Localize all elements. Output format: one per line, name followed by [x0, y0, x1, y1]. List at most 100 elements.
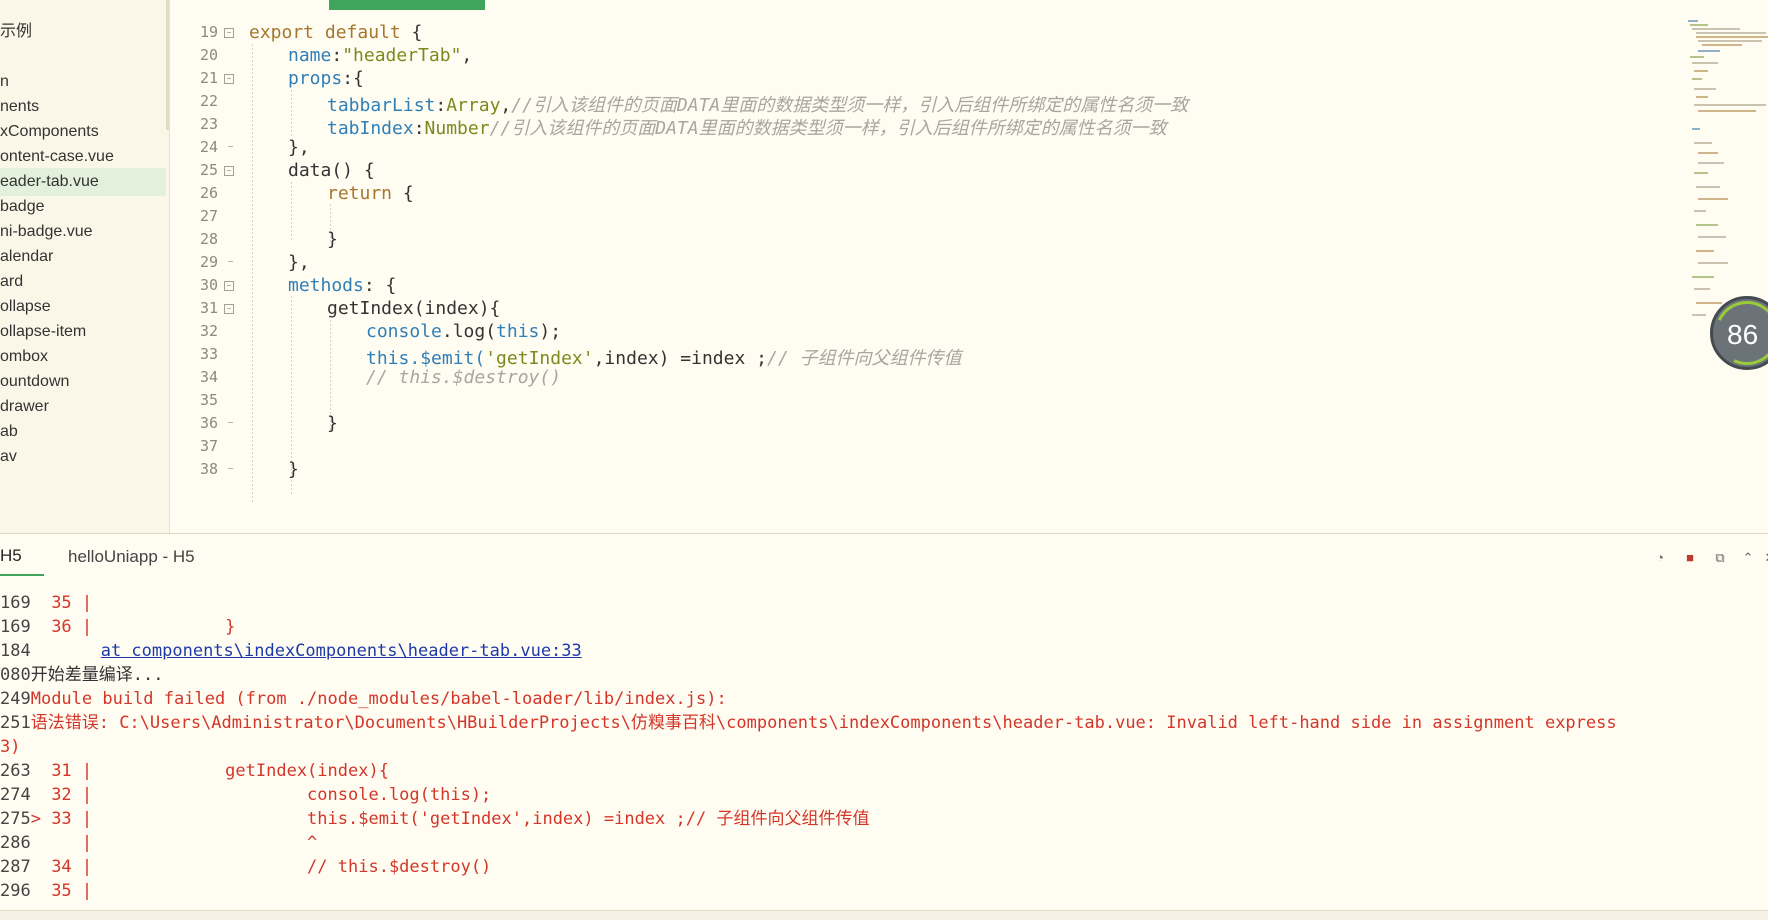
sidebar-item[interactable]: 示例	[0, 18, 166, 46]
console-line-number: 287	[0, 857, 31, 877]
console-tab-h5[interactable]: H5	[0, 546, 44, 576]
console-line-number: 275	[0, 809, 31, 829]
restart-icon[interactable]: ◔	[1652, 550, 1668, 566]
console-line-text: 35 |	[30, 881, 93, 901]
console-line-text: 语法错误: C:\Users\Administrator\Documents\H…	[30, 713, 1617, 733]
sidebar-item[interactable]: nents	[0, 93, 166, 121]
console-line: 286 | ^	[0, 832, 317, 854]
sidebar-item-label: ollapse-item	[0, 323, 87, 340]
sidebar-item-label: ni-badge.vue	[0, 223, 93, 240]
console-line-number: 251	[0, 713, 31, 733]
code-token: name	[288, 45, 332, 66]
sidebar-item-label: ountdown	[0, 373, 70, 390]
line-number: 32	[199, 322, 218, 340]
code-line: name:"headerTab",	[288, 45, 472, 66]
line-number: 30	[199, 276, 218, 294]
sidebar-item-label: n	[0, 73, 9, 90]
sidebar-item[interactable]: badge	[0, 193, 166, 221]
console-line: 287 34 | // this.$destroy()	[0, 856, 491, 878]
code-line: },	[288, 252, 310, 273]
code-comment: //引入该组件的页面DATA里面的数据类型须一样，引入后组件所绑定的属性名须一致	[511, 95, 1189, 116]
error-location-link[interactable]: at components\indexComponents\header-tab…	[101, 641, 582, 661]
collapse-up-icon[interactable]: ⌃	[1740, 550, 1756, 566]
sidebar-item[interactable]: ni-badge.vue	[0, 218, 166, 246]
close-icon[interactable]: ✕	[1762, 550, 1768, 566]
code-token: :	[331, 45, 343, 66]
sidebar-item-label: ontent-case.vue	[0, 148, 114, 165]
project-explorer: 示例 n nents xComponents ontent-case.vue e…	[0, 0, 170, 534]
line-number: 19	[199, 23, 218, 41]
sidebar-item[interactable]: drawer	[0, 393, 166, 421]
code-comment: // this.$destroy()	[366, 367, 562, 388]
line-number: 35	[199, 391, 218, 409]
sidebar-item[interactable]: alendar	[0, 243, 166, 271]
console-line: 184 at components\indexComponents\header-…	[0, 640, 582, 662]
sidebar-item[interactable]: ountdown	[0, 368, 166, 396]
code-token: return	[327, 183, 393, 204]
sidebar-item[interactable]: ard	[0, 268, 166, 296]
line-number: 25	[199, 161, 218, 179]
gauge-value: 86	[1727, 319, 1759, 350]
sidebar-scrollbar[interactable]	[166, 0, 169, 130]
code-token: );	[539, 321, 562, 342]
fold-toggle-icon[interactable]: −	[224, 166, 234, 176]
sidebar-item[interactable]: ab	[0, 418, 166, 446]
code-line: }	[327, 229, 338, 250]
code-line: props:{	[288, 68, 364, 89]
sidebar-item-selected[interactable]: eader-tab.vue	[0, 168, 166, 196]
console-line-text: 36 | }	[30, 617, 236, 637]
code-line: getIndex(index){	[327, 298, 501, 319]
code-editor[interactable]: 19 20 21 22 23 24 25 26 27 28 29 30 31 3…	[170, 22, 1760, 532]
tab-header-tab-vue[interactable]: header-tab.vue	[329, 0, 485, 10]
line-number: 21	[199, 69, 218, 87]
stop-icon[interactable]: ■	[1682, 550, 1698, 566]
line-number: 33	[199, 345, 218, 363]
sidebar-item[interactable]: ombox	[0, 343, 166, 371]
sidebar-item-label: eader-tab.vue	[0, 173, 99, 190]
console-line-number: 3)	[0, 737, 21, 757]
code-line: export default {	[249, 22, 422, 43]
code-token: ,	[500, 95, 512, 116]
code-token: tabIndex	[327, 118, 414, 139]
sidebar-item[interactable]: xComponents	[0, 118, 166, 146]
code-token: .$emit(	[409, 348, 486, 369]
fold-toggle-icon[interactable]: −	[224, 74, 234, 84]
code-token: .log(	[441, 321, 497, 342]
code-token: ,	[461, 45, 473, 66]
fold-toggle-icon[interactable]: −	[224, 281, 234, 291]
console-tab-hellouniapp[interactable]: helloUniapp - H5	[68, 547, 195, 567]
code-token: ,index) =index ;	[593, 348, 767, 369]
sidebar-item[interactable]: ontent-case.vue	[0, 143, 166, 171]
fold-toggle-icon[interactable]: −	[224, 304, 234, 314]
code-token: {	[392, 183, 414, 204]
sidebar-item-label: av	[0, 448, 17, 465]
code-token: 'getIndex'	[485, 348, 594, 369]
console-line: 169 36 | }	[0, 616, 235, 638]
sidebar-item[interactable]: ollapse-item	[0, 318, 166, 346]
code-comment: // 子组件向父组件传值	[766, 348, 962, 369]
line-number: 26	[199, 184, 218, 202]
fold-end-marker	[228, 468, 233, 469]
open-external-icon[interactable]: ⧉	[1712, 550, 1728, 566]
fold-toggle-icon[interactable]: −	[224, 28, 234, 38]
tab-content-case-vue[interactable]: content-case.vue	[533, 0, 655, 10]
fold-end-marker	[228, 261, 233, 262]
sidebar-item-label: 示例	[0, 23, 33, 40]
code-comment: //引入该组件的页面DATA里面的数据类型须一样，引入后组件所绑定的属性名须一致	[489, 118, 1167, 139]
code-token: :	[413, 118, 425, 139]
console-output[interactable]: 169 35 | 169 36 | } 184 at components\ind…	[0, 580, 1768, 910]
code-token: console	[366, 321, 442, 342]
tab-index-vue[interactable]: index.vue	[205, 0, 274, 10]
code-token: this	[366, 348, 410, 369]
console-line-text: 35 |	[30, 593, 93, 613]
line-number: 28	[199, 230, 218, 248]
sidebar-item[interactable]: av	[0, 443, 166, 471]
console-line-text: 32 | console.log(this);	[30, 785, 492, 805]
code-minimap[interactable]	[1688, 18, 1768, 338]
sidebar-item[interactable]: ollapse	[0, 293, 166, 321]
line-number: 24	[199, 138, 218, 156]
sidebar-item[interactable]: n	[0, 68, 166, 96]
console-line: 275> 33 | this.$emit('getIndex',index) =…	[0, 808, 869, 830]
console-tab-bar: H5 helloUniapp - H5 ◔ ■ ⧉ ⌃ ✕	[0, 534, 1768, 580]
fold-end-marker	[228, 422, 233, 423]
